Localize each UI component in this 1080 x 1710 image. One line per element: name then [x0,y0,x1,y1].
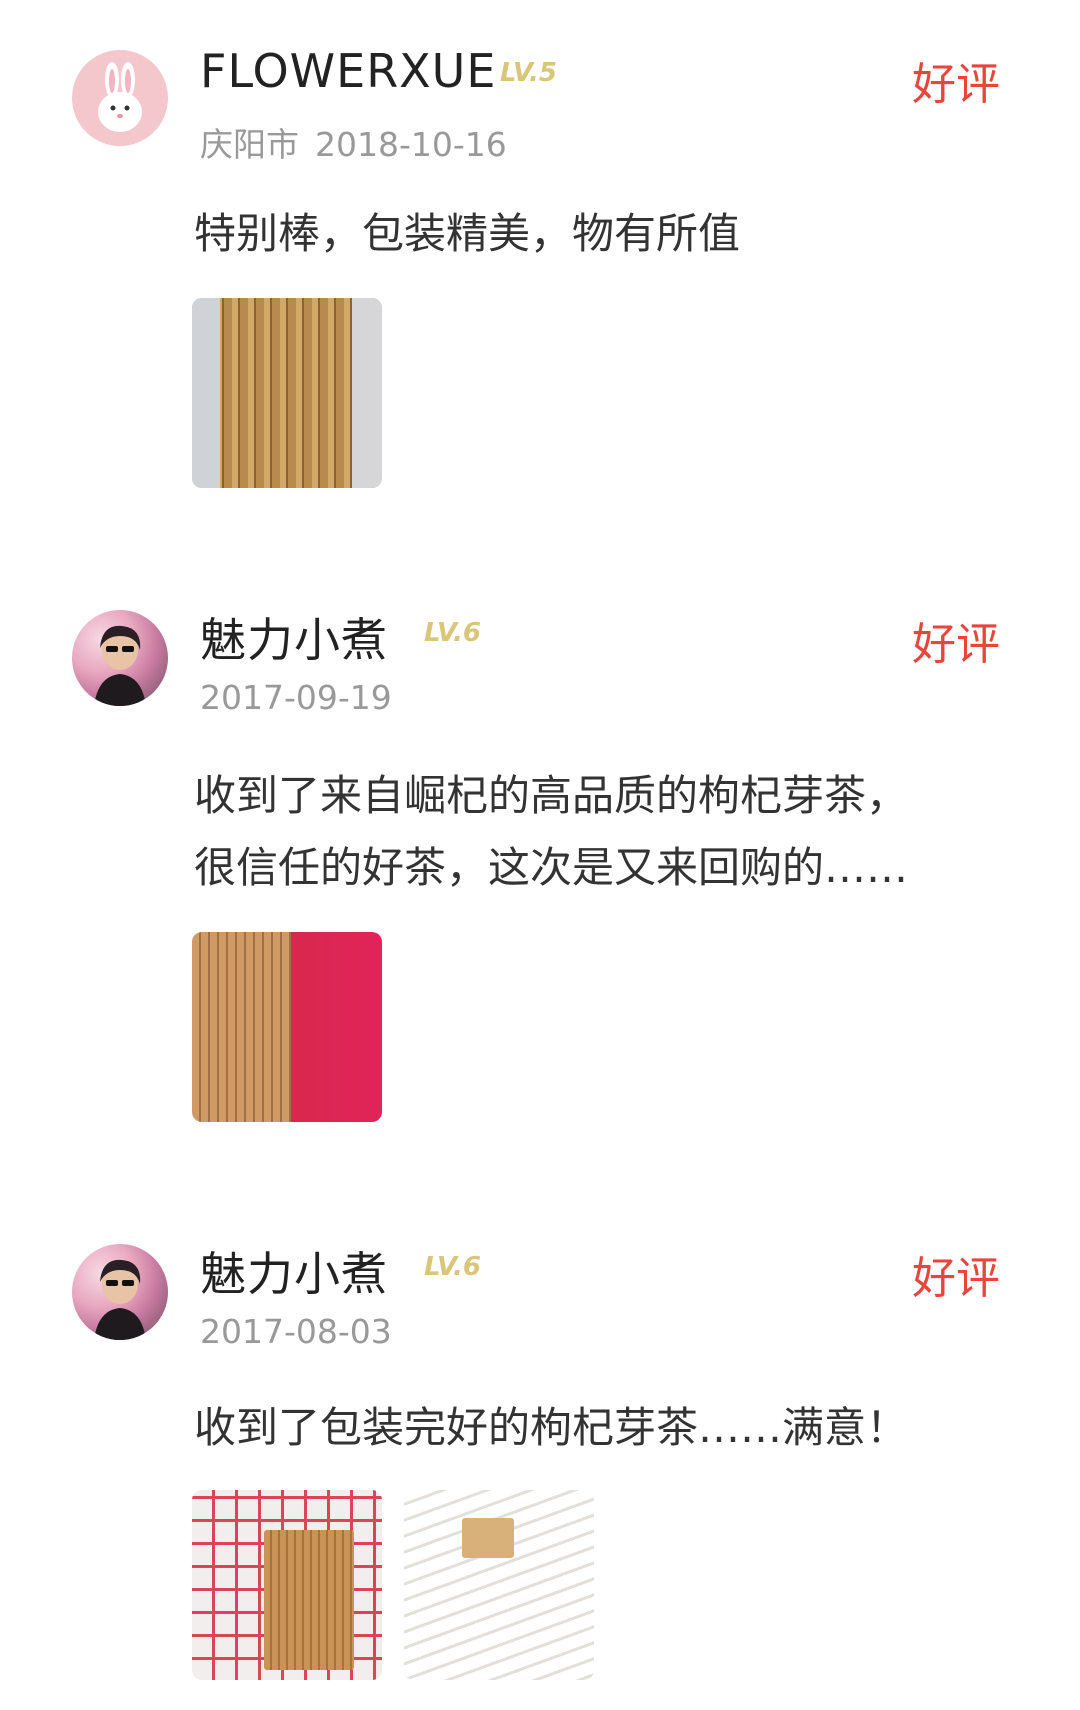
level-badge: LV.6 [424,618,482,648]
review-meta: 2017-09-19 [200,678,392,717]
level-badge: LV.5 [500,58,558,88]
review-photo[interactable] [192,1490,382,1680]
level-badge: LV.6 [424,1252,482,1282]
rating-label: 好评 [912,1253,1000,1304]
review-meta: 2017-08-03 [200,1312,392,1351]
comment-line: 特别棒，包装精美，物有所值 [194,209,741,258]
comment-line: 很信任的好茶，这次是又来回购的…… [194,843,909,892]
avatar[interactable] [72,610,168,706]
review-comment: 收到了包装完好的枸杞芽茶……满意！ [194,1392,1014,1464]
review-meta: 庆阳市 2018-10-16 [200,118,507,166]
review-date: 2018-10-16 [315,125,507,164]
review-photo[interactable] [404,1490,594,1680]
review-date: 2017-09-19 [200,678,392,717]
user-photo-avatar [94,625,146,706]
review-photo[interactable] [192,298,382,488]
comment-line: 收到了包装完好的枸杞芽茶……满意！ [194,1403,909,1452]
rating-label: 好评 [912,619,1000,670]
user-name: FLOWERXUE [200,44,497,98]
user-name: 魅力小煮 [200,1247,388,1301]
comment-line: 收到了来自崛杞的高品质的枸杞芽茶， [194,771,909,820]
review-location: 庆阳市 [200,125,299,164]
review-photo[interactable] [192,932,382,1122]
rating-label: 好评 [912,59,1000,110]
review-comment: 特别棒，包装精美，物有所值 [194,198,1014,270]
user-photo-avatar [94,1259,146,1340]
review-comment: 收到了来自崛杞的高品质的枸杞芽茶， 很信任的好茶，这次是又来回购的…… [194,760,1014,904]
rabbit-avatar-icon [98,62,142,132]
review-date: 2017-08-03 [200,1312,392,1351]
avatar[interactable] [72,50,168,146]
user-name: 魅力小煮 [200,613,388,667]
avatar[interactable] [72,1244,168,1340]
